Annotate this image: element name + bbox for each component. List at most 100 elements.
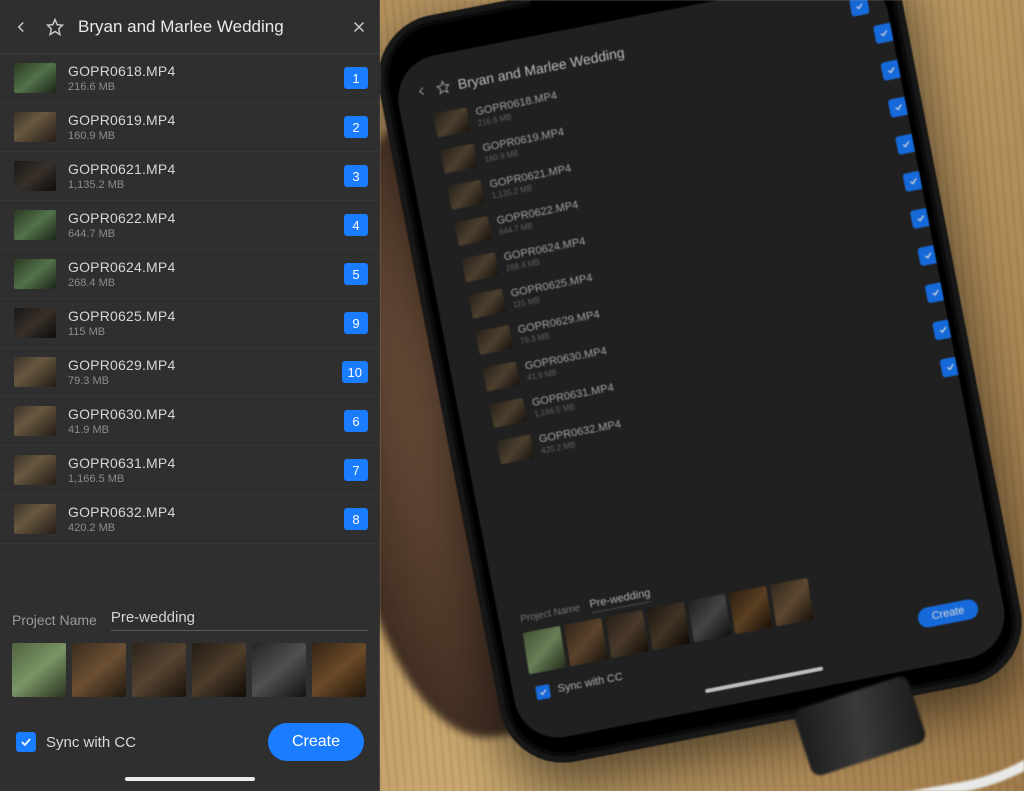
media-filesize: 644.7 MB bbox=[68, 228, 332, 240]
selection-order-badge[interactable]: 7 bbox=[344, 459, 368, 481]
media-filesize: 420.2 MB bbox=[68, 522, 332, 534]
media-thumbnail bbox=[14, 357, 56, 387]
photo-background: Bryan and Marlee Wedding GOPR0618.MP4216… bbox=[380, 0, 1024, 791]
media-thumbnail bbox=[14, 161, 56, 191]
media-thumbnail bbox=[14, 259, 56, 289]
media-row[interactable]: GOPR0618.MP4216.6 MB1 bbox=[0, 54, 380, 103]
media-filename: GOPR0630.MP4 bbox=[68, 406, 332, 422]
media-filesize: 1,135.2 MB bbox=[68, 179, 332, 191]
media-filename: GOPR0618.MP4 bbox=[68, 63, 332, 79]
strip-thumb[interactable] bbox=[12, 643, 66, 697]
media-row[interactable]: GOPR0622.MP4 644.7 MB 4 bbox=[0, 201, 380, 250]
media-row[interactable]: GOPR0632.MP4420.2 MB 8 bbox=[0, 495, 380, 544]
media-text: GOPR0622.MP4 644.7 MB bbox=[68, 210, 332, 240]
selection-order-badge[interactable]: 5 bbox=[344, 263, 368, 285]
strip-thumb[interactable] bbox=[72, 643, 126, 697]
media-row[interactable]: GOPR0619.MP4160.9 MB 2 bbox=[0, 103, 380, 152]
phone-media-thumb bbox=[489, 397, 527, 427]
home-indicator[interactable] bbox=[125, 777, 255, 781]
selection-order-badge[interactable]: 2 bbox=[344, 116, 368, 138]
media-row[interactable]: GOPR0624.MP4 268.4 MB 5 bbox=[0, 250, 380, 299]
create-button[interactable]: Create bbox=[268, 723, 364, 761]
selection-order-badge[interactable]: 1 bbox=[344, 67, 368, 89]
project-section: Project Name Pre-wedding bbox=[0, 595, 380, 707]
strip-thumb[interactable] bbox=[132, 643, 186, 697]
strip-thumb[interactable] bbox=[192, 643, 246, 697]
project-name-input[interactable]: Pre-wedding bbox=[111, 609, 368, 631]
media-row[interactable]: GOPR0630.MP441.9 MB 6 bbox=[0, 397, 380, 446]
project-name-row: Project Name Pre-wedding bbox=[12, 609, 368, 631]
media-row[interactable]: GOPR0621.MP4 1,135.2 MB 3 bbox=[0, 152, 380, 201]
phone-media-thumb bbox=[496, 434, 534, 464]
media-filename: GOPR0629.MP4 bbox=[68, 357, 330, 373]
phone-strip-thumb bbox=[564, 618, 608, 667]
media-row[interactable]: GOPR0631.MP41,166.5 MB7 bbox=[0, 446, 380, 495]
media-filename: GOPR0622.MP4 bbox=[68, 210, 332, 226]
media-picker-panel: Bryan and Marlee Wedding GOPR0618.MP4216… bbox=[0, 0, 380, 791]
media-thumbnail bbox=[14, 504, 56, 534]
media-text: GOPR0632.MP4420.2 MB bbox=[68, 504, 332, 534]
phone-media-thumb bbox=[440, 143, 478, 173]
media-row[interactable]: GOPR0629.MP4 79.3 MB 10 bbox=[0, 348, 380, 397]
back-icon[interactable] bbox=[10, 16, 32, 38]
phone-media-thumb bbox=[468, 288, 506, 318]
media-filesize: 1,166.5 MB bbox=[68, 473, 332, 485]
media-filename: GOPR0625.MP4 bbox=[68, 308, 332, 324]
strip-thumb[interactable] bbox=[312, 643, 366, 697]
selection-order-badge[interactable]: 3 bbox=[344, 165, 368, 187]
media-filesize: 268.4 MB bbox=[68, 277, 332, 289]
phone-selection-badge bbox=[925, 281, 947, 303]
phone-sync-checkbox bbox=[535, 684, 551, 701]
media-thumbnail bbox=[14, 308, 56, 338]
media-filesize: 79.3 MB bbox=[68, 375, 330, 387]
phone-media-thumb bbox=[475, 324, 513, 354]
phone-project-label: Project Name bbox=[520, 603, 581, 625]
phone-selection-badge bbox=[895, 133, 917, 155]
media-thumbnail bbox=[14, 406, 56, 436]
phone-star-icon bbox=[435, 79, 451, 96]
phone-media-thumb bbox=[461, 252, 499, 282]
phone-media-thumb bbox=[433, 107, 471, 137]
phone-media-thumb bbox=[447, 179, 485, 209]
media-row[interactable]: GOPR0625.MP4 115 MB 9 bbox=[0, 299, 380, 348]
media-thumbnail bbox=[14, 210, 56, 240]
sync-checkbox[interactable] bbox=[16, 732, 36, 752]
media-filesize: 115 MB bbox=[68, 326, 332, 338]
phone-selection-badge bbox=[910, 207, 932, 229]
sync-label: Sync with CC bbox=[46, 734, 258, 751]
selection-order-badge[interactable]: 10 bbox=[342, 361, 368, 383]
star-icon[interactable] bbox=[44, 16, 66, 38]
media-text: GOPR0630.MP441.9 MB bbox=[68, 406, 332, 436]
phone-selection-badge bbox=[888, 96, 910, 118]
media-thumbnail bbox=[14, 455, 56, 485]
media-text: GOPR0624.MP4 268.4 MB bbox=[68, 259, 332, 289]
media-text: GOPR0625.MP4 115 MB bbox=[68, 308, 332, 338]
selection-order-badge[interactable]: 6 bbox=[344, 410, 368, 432]
selection-order-badge[interactable]: 4 bbox=[344, 214, 368, 236]
media-text: GOPR0621.MP4 1,135.2 MB bbox=[68, 161, 332, 191]
close-icon[interactable] bbox=[348, 16, 370, 38]
phone-strip-thumb bbox=[523, 626, 567, 675]
media-filename: GOPR0624.MP4 bbox=[68, 259, 332, 275]
project-name-label: Project Name bbox=[12, 612, 97, 628]
media-thumbnail bbox=[14, 63, 56, 93]
strip-thumb[interactable] bbox=[252, 643, 306, 697]
phone-media-list: GOPR0618.MP4216.6 MBGOPR0619.MP4160.9 MB… bbox=[422, 10, 1001, 605]
media-text: GOPR0619.MP4160.9 MB bbox=[68, 112, 332, 142]
selection-order-badge[interactable]: 8 bbox=[344, 508, 368, 530]
media-filename: GOPR0619.MP4 bbox=[68, 112, 332, 128]
phone-media-thumb bbox=[454, 215, 492, 245]
selection-order-badge[interactable]: 9 bbox=[344, 312, 368, 334]
phone-back-icon bbox=[414, 83, 430, 100]
panel-header: Bryan and Marlee Wedding bbox=[0, 0, 380, 54]
phone-selection-badge bbox=[902, 170, 924, 192]
media-text: GOPR0629.MP4 79.3 MB bbox=[68, 357, 330, 387]
phone-selection-badge bbox=[939, 356, 961, 378]
phone-header-badge bbox=[849, 0, 869, 17]
phone-selection-badge bbox=[917, 244, 939, 266]
media-list[interactable]: GOPR0618.MP4216.6 MB1GOPR0619.MP4160.9 M… bbox=[0, 54, 380, 595]
selected-thumbs-strip[interactable] bbox=[12, 643, 368, 697]
media-filename: GOPR0621.MP4 bbox=[68, 161, 332, 177]
phone-media-thumb bbox=[482, 361, 520, 391]
phone-selection-badge bbox=[932, 318, 954, 340]
